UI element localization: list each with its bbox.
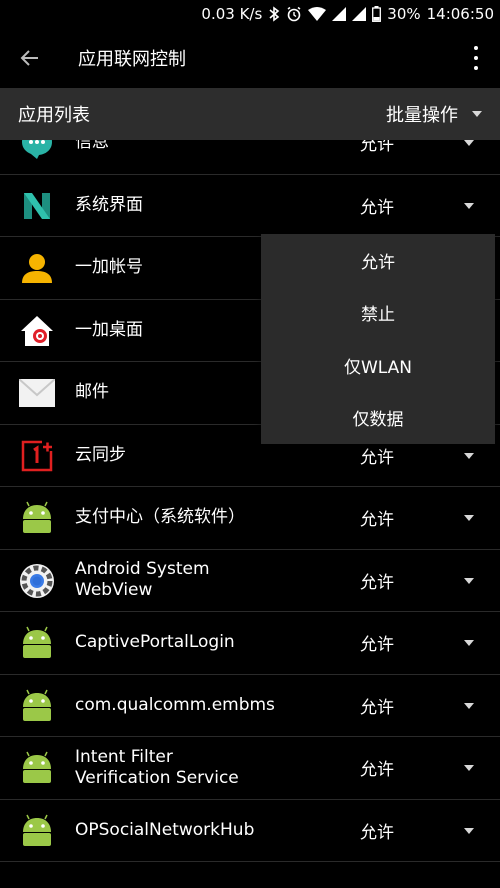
app-name: 支付中心（系统软件）	[75, 507, 245, 528]
chevron-down-icon[interactable]	[464, 515, 474, 521]
mail-icon	[19, 375, 55, 411]
app-bar: 应用联网控制	[0, 28, 500, 88]
back-button[interactable]	[0, 28, 60, 88]
list-item[interactable]: OPSocialNetworkHub 允许	[0, 800, 500, 862]
app-name: Android System WebView	[75, 559, 210, 601]
android-icon	[19, 813, 55, 849]
status-bar: 0.03 K/s 30% 14:06:50	[0, 0, 500, 28]
battery-icon	[372, 6, 382, 22]
messages-icon	[19, 140, 55, 161]
list-item[interactable]: 信息 允许	[0, 140, 500, 175]
battery-percent: 30%	[387, 5, 421, 23]
launcher-icon	[19, 313, 55, 349]
permission-value[interactable]: 允许	[360, 755, 394, 780]
app-name: Intent Filter Verification Service	[75, 746, 239, 788]
permission-value[interactable]: 允许	[360, 568, 394, 593]
more-options-icon[interactable]	[466, 46, 486, 70]
menu-item-data-only[interactable]: 仅数据	[261, 392, 495, 445]
permission-value[interactable]: 允许	[360, 630, 394, 655]
menu-item-deny[interactable]: 禁止	[261, 287, 495, 340]
wifi-icon	[308, 7, 327, 21]
android-icon	[19, 750, 55, 786]
list-item[interactable]: 支付中心（系统软件） 允许	[0, 487, 500, 550]
menu-item-allow[interactable]: 允许	[261, 234, 495, 287]
permission-value[interactable]: 允许	[360, 193, 394, 218]
signal-icon	[332, 7, 347, 21]
chevron-down-icon[interactable]	[464, 577, 474, 584]
permission-value[interactable]: 允许	[360, 505, 394, 530]
list-title: 应用列表	[18, 105, 90, 126]
app-name: 一加帐号	[75, 257, 143, 278]
clock: 14:06:50	[426, 5, 494, 23]
chevron-down-icon[interactable]	[464, 202, 474, 209]
list-item[interactable]: CaptivePortalLogin 允许	[0, 612, 500, 675]
batch-operation-label: 批量操作	[386, 105, 458, 126]
android-icon	[19, 500, 55, 536]
chevron-down-icon[interactable]	[464, 140, 474, 146]
list-item[interactable]: 系统界面 允许	[0, 175, 500, 237]
webview-icon	[19, 563, 55, 599]
chevron-down-icon[interactable]	[464, 640, 474, 646]
chevron-down-icon[interactable]	[464, 827, 474, 834]
permission-value[interactable]: 允许	[360, 818, 394, 843]
app-name: 系统界面	[75, 194, 143, 215]
network-speed: 0.03 K/s	[201, 5, 263, 23]
chevron-down-icon[interactable]	[464, 702, 474, 709]
permission-dropdown-menu: 允许 禁止 仅WLAN 仅数据	[261, 234, 495, 444]
list-item[interactable]: Android System WebView 允许	[0, 550, 500, 612]
app-name: 云同步	[75, 444, 126, 465]
batch-operation-dropdown[interactable]: 批量操作	[386, 101, 482, 127]
app-name: 邮件	[75, 382, 109, 403]
android-icon	[19, 688, 55, 724]
menu-item-wlan-only[interactable]: 仅WLAN	[261, 339, 495, 392]
nexus-icon	[19, 188, 55, 224]
app-name: CaptivePortalLogin	[75, 632, 235, 653]
app-name: com.qualcomm.embms	[75, 694, 275, 715]
permission-value[interactable]: 允许	[360, 140, 394, 155]
android-icon	[19, 625, 55, 661]
page-title: 应用联网控制	[78, 49, 186, 70]
arrow-back-icon	[20, 50, 38, 66]
app-name: OPSocialNetworkHub	[75, 819, 255, 840]
chevron-down-icon	[472, 111, 482, 117]
account-icon	[19, 250, 55, 286]
list-header: 应用列表 批量操作	[0, 88, 500, 140]
alarm-icon	[286, 6, 302, 22]
chevron-down-icon[interactable]	[464, 452, 474, 459]
app-name: 信息	[75, 140, 109, 153]
permission-value[interactable]: 允许	[360, 693, 394, 718]
bluetooth-icon	[268, 6, 280, 22]
list-item[interactable]: com.qualcomm.embms 允许	[0, 675, 500, 737]
list-item[interactable]: Intent Filter Verification Service 允许	[0, 737, 500, 800]
chevron-down-icon[interactable]	[464, 765, 474, 771]
app-name: 一加桌面	[75, 319, 143, 340]
permission-value[interactable]: 允许	[360, 443, 394, 468]
signal-2-icon	[352, 7, 367, 21]
oneplus-cloud-icon	[19, 438, 55, 474]
